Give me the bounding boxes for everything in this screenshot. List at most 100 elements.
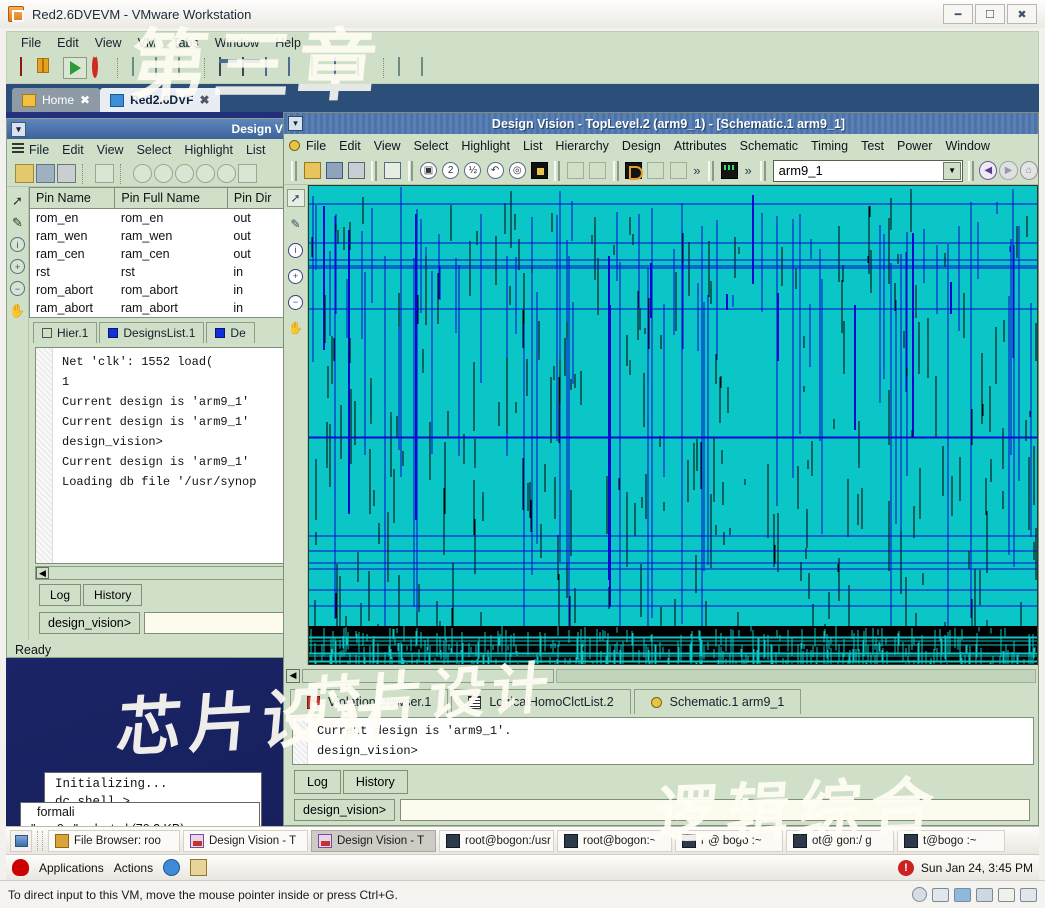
design-vision-log[interactable]: Current design is 'arm9_1'. design_visio…: [292, 717, 1034, 765]
scroll-left-icon[interactable]: ◀: [286, 669, 300, 683]
toolbar-grip[interactable]: [371, 161, 377, 181]
symbol-view-icon[interactable]: [624, 160, 644, 181]
panel-tab-de[interactable]: De: [206, 322, 254, 343]
zoom-half-icon[interactable]: ½: [463, 160, 483, 181]
zoom-half-icon[interactable]: [175, 164, 194, 183]
zoom-out-icon[interactable]: −: [10, 281, 25, 296]
pointer-icon[interactable]: ➚: [10, 193, 25, 208]
next-tab-icon[interactable]: [397, 58, 417, 78]
table-row[interactable]: rom_abort rom_abort in: [30, 281, 290, 299]
task-terminal-5[interactable]: t@bogo :~: [897, 830, 1005, 852]
zoom-prev-icon[interactable]: ↶: [485, 160, 505, 181]
printer-icon[interactable]: [998, 888, 1015, 902]
toolbar-grip[interactable]: [613, 161, 619, 181]
schematic-hscrollbar[interactable]: ◀: [286, 667, 1036, 684]
zoom-in-icon[interactable]: +: [287, 267, 305, 285]
command-input[interactable]: [144, 612, 284, 634]
open-folder-icon[interactable]: [15, 164, 34, 183]
back-icon[interactable]: [420, 58, 440, 78]
dv-menu-timing[interactable]: Timing: [811, 139, 848, 153]
menu-applications[interactable]: Applications: [39, 861, 104, 875]
show-desktop-icon[interactable]: [10, 830, 32, 852]
dv-menu-file[interactable]: File: [306, 139, 326, 153]
menu-window[interactable]: Window: [215, 36, 259, 50]
design-selector[interactable]: arm9_1 ▼: [773, 160, 963, 182]
task-terminal-2[interactable]: root@bogon:~: [557, 830, 672, 852]
print-icon[interactable]: [346, 160, 366, 181]
close-button[interactable]: ✖: [1007, 4, 1037, 24]
network-icon[interactable]: [954, 888, 971, 902]
dv-menu-test[interactable]: Test: [861, 139, 884, 153]
table-row[interactable]: ram_wen ram_wen out: [30, 227, 290, 245]
zoom-area-icon[interactable]: [217, 164, 236, 183]
pointer-icon[interactable]: ➚: [287, 189, 305, 207]
push-down-icon[interactable]: [565, 160, 585, 181]
scroll-left-icon[interactable]: ◀: [36, 567, 49, 579]
table-row[interactable]: ram_cen ram_cen out: [30, 245, 290, 263]
preferences-icon[interactable]: [310, 58, 330, 78]
zoom-fit-icon[interactable]: [133, 164, 152, 183]
pencil-icon[interactable]: ✎: [10, 215, 25, 230]
overflow-chevron-icon[interactable]: »: [742, 163, 755, 178]
tab-history[interactable]: History: [343, 770, 408, 794]
info-icon[interactable]: i: [287, 241, 305, 259]
revert-icon[interactable]: [154, 58, 174, 78]
restore-button[interactable]: ☐: [975, 4, 1005, 24]
zoom-2x-icon[interactable]: [154, 164, 173, 183]
col-pin-full-name[interactable]: Pin Full Name: [115, 188, 227, 209]
file-selected-popup[interactable]: formali "arm9.v" selected (70.2 KB): [20, 802, 260, 826]
tab-violation-browser[interactable]: ViolationBrowser.1: [290, 689, 448, 714]
redhat-icon[interactable]: [12, 859, 29, 876]
system-menu-icon[interactable]: ▾: [288, 116, 303, 131]
left-log-hscrollbar[interactable]: ◀: [35, 566, 286, 580]
pin-view-icon[interactable]: [668, 160, 688, 181]
lmenu-edit[interactable]: Edit: [62, 143, 84, 157]
alert-icon[interactable]: !: [898, 860, 914, 876]
summary-view-icon[interactable]: [356, 58, 376, 78]
dv-menu-list[interactable]: List: [523, 139, 542, 153]
dv-menu-design[interactable]: Design: [622, 139, 661, 153]
task-terminal-3[interactable]: r @ bogo :~: [675, 830, 783, 852]
close-icon[interactable]: ✖: [199, 93, 209, 107]
task-terminal-1[interactable]: root@bogon:/usr: [439, 830, 554, 852]
hard-disk-icon[interactable]: [932, 888, 949, 902]
panel-tab-hier[interactable]: Hier.1: [33, 322, 97, 343]
left-log-output[interactable]: Net 'clk': 1552 load( 1 Current design i…: [35, 347, 286, 564]
properties-icon[interactable]: [382, 160, 402, 181]
task-design-vision-2[interactable]: Design Vision - T: [311, 830, 436, 852]
pan-hand-icon[interactable]: ✋: [10, 303, 25, 318]
home-icon[interactable]: ⌂: [1020, 161, 1038, 180]
menu-edit[interactable]: Edit: [57, 36, 79, 50]
lmenu-select[interactable]: Select: [137, 143, 172, 157]
print-icon[interactable]: [57, 164, 76, 183]
clock[interactable]: Sun Jan 24, 3:45 PM: [921, 861, 1033, 875]
dv-menu-select[interactable]: Select: [414, 139, 449, 153]
tab-log[interactable]: Log: [39, 584, 81, 606]
panel-tab-designslist[interactable]: DesignsList.1: [99, 322, 204, 343]
lmenu-highlight[interactable]: Highlight: [184, 143, 233, 157]
toolbar-grip[interactable]: [708, 161, 714, 181]
toolbar-grip[interactable]: [291, 161, 297, 181]
table-row[interactable]: rst rst in: [30, 263, 290, 281]
command-input[interactable]: [400, 799, 1030, 821]
web-browser-icon[interactable]: [163, 859, 180, 876]
properties-icon[interactable]: [95, 164, 114, 183]
zoom-2x-icon[interactable]: 2: [441, 160, 461, 181]
schematic-canvas[interactable]: [308, 185, 1038, 665]
menu-help[interactable]: Help: [275, 36, 301, 50]
dv-menu-highlight[interactable]: Highlight: [461, 139, 510, 153]
manage-snapshots-icon[interactable]: [177, 58, 197, 78]
dv-menu-attributes[interactable]: Attributes: [674, 139, 727, 153]
email-icon[interactable]: [190, 859, 207, 876]
lmenu-list[interactable]: List: [246, 143, 265, 157]
waveform-icon[interactable]: [719, 160, 739, 181]
menu-view[interactable]: View: [95, 36, 122, 50]
task-design-vision-1[interactable]: Design Vision - T: [183, 830, 308, 852]
save-icon[interactable]: [324, 160, 344, 181]
back-icon[interactable]: ◀: [979, 161, 997, 180]
zoom-area-icon[interactable]: ◎: [507, 160, 527, 181]
open-folder-icon[interactable]: [302, 160, 322, 181]
design-vision-background-window[interactable]: ▾ Design Vi File Edit View Select Highli…: [6, 118, 291, 658]
fullscreen-icon[interactable]: [241, 58, 261, 78]
console-view-icon[interactable]: [287, 58, 307, 78]
